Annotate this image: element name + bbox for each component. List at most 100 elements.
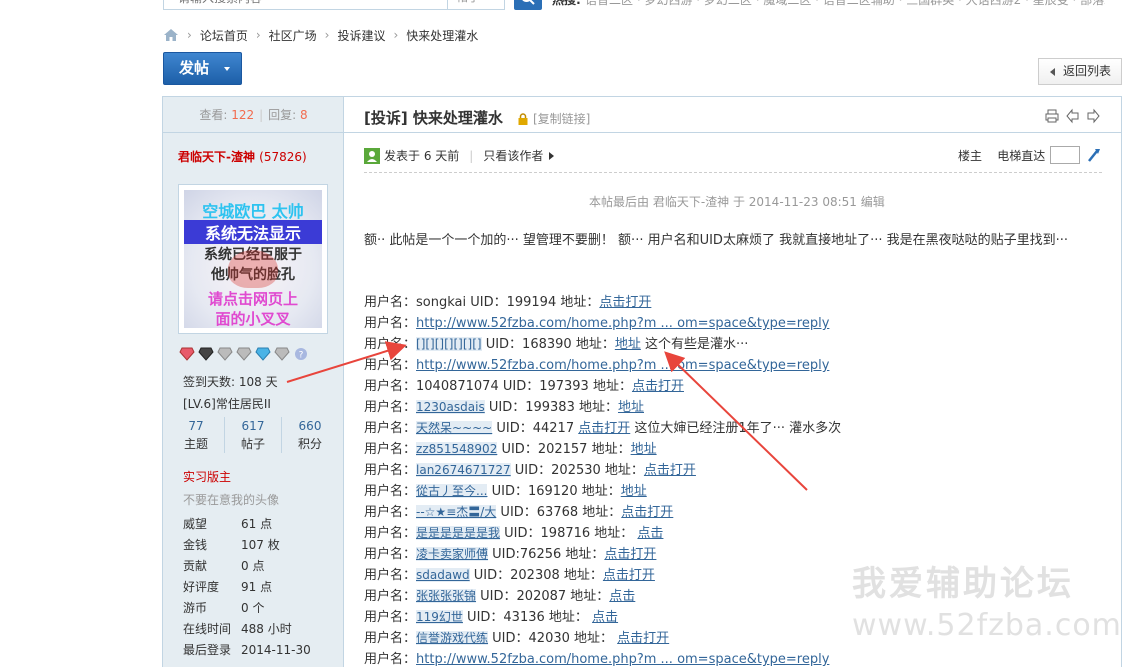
username-link[interactable]: 天然呆~~~~ [416,421,493,435]
search-input[interactable] [164,0,434,9]
print-icon[interactable] [1044,108,1060,124]
address-link[interactable]: 点击打开 [578,421,630,436]
username-link[interactable]: 信誉游戏代练 [416,631,489,645]
stat-label: 积分 [297,437,322,451]
address-link[interactable]: 地址 [618,400,644,415]
username-link[interactable]: 從古丿至今... [416,484,488,498]
back-to-list-button[interactable]: 返回列表 [1038,58,1122,85]
prop-row: 游币 0 个 [183,598,311,619]
username-link[interactable]: 119幻世 [416,610,463,624]
username-link[interactable]: 是是是是是是我 [416,526,501,540]
prop-value: 91 点 [241,580,273,594]
address-link[interactable]: http://www.52fzba.com/home.php?m ... om=… [416,652,829,667]
medal-icon[interactable] [217,347,233,361]
address-link[interactable]: 点击打开 [632,379,684,394]
replies-count: 8 [300,108,308,122]
custom-title: 不要在意我的头像 [183,493,280,507]
prev-thread-icon[interactable] [1066,108,1080,124]
stat-posts[interactable]: 617 帖子 [224,417,281,453]
address-link[interactable]: 点击打开 [621,505,673,520]
hot-search-links[interactable]: 语音二区 · 梦幻西游 · 梦幻二区 · 魔域二区 · 语音二区辅助 · 三国群… [585,0,1105,8]
medal-icon[interactable] [198,347,214,361]
floor-jump-input[interactable] [1050,146,1080,164]
username-link[interactable]: 张张张张锦 [416,589,477,603]
stat-topics[interactable]: 77 主题 [168,417,224,453]
medal-icon[interactable] [274,347,290,361]
search-button[interactable] [514,0,542,10]
address-link[interactable]: 地址 [631,442,657,457]
prop-row: 最后登录 2014-11-30 [183,640,311,661]
address-link[interactable]: 点击 [637,526,663,541]
prop-key: 最后登录 [183,643,232,657]
svg-text:?: ? [299,351,304,361]
line-text: UID：202308 地址： [469,568,603,583]
post-line: 用户名：lan2674671727 UID：202530 地址：点击打开 [364,460,841,481]
author-username[interactable]: 君临天下-渣神 [178,150,255,164]
watermark-url: www.52fzba.com [852,608,1122,643]
post-line: 用户名：http://www.52fzba.com/home.php?m ...… [364,355,841,376]
address-link[interactable]: 点击打开 [603,568,655,583]
next-thread-icon[interactable] [1086,108,1100,124]
author-name[interactable]: 君临天下-渣神 (57826) [178,148,307,165]
address-link[interactable]: 点击打开 [604,547,656,562]
new-post-label: 发帖 [179,59,210,77]
stat-points[interactable]: 660 积分 [281,417,338,453]
line-text: UID：198716 地址： [500,526,638,541]
copy-link[interactable]: [复制链接] [533,110,590,127]
jump-go-icon[interactable] [1086,147,1102,163]
prop-row: 好评度 91 点 [183,577,311,598]
breadcrumb-complaints[interactable]: 投诉建议 [337,27,385,44]
online-author-icon [364,147,380,164]
address-link[interactable]: 点击打开 [617,631,669,646]
username-link[interactable]: zz851548902 [416,442,498,456]
prop-key: 游币 [183,601,208,615]
line-text: 用户名： [364,526,417,541]
line-text: UID：202087 地址： [476,589,610,604]
breadcrumb-forum-home[interactable]: 论坛首页 [200,27,248,44]
user-role: 实习版主 [183,470,232,484]
address-link[interactable]: 地址 [621,484,647,499]
avatar[interactable]: 空城欧巴 太帅 系统无法显示 系统已经臣服于 他帅气的脸孔 请点击网页上 面的小… [178,184,328,334]
line-text: 用户名： [364,442,417,457]
prop-value: 61 点 [241,517,273,531]
help-icon[interactable]: ? [293,347,309,361]
line-text: 用户名：1040871074 UID：197393 地址： [364,379,632,394]
username-link[interactable]: 1230asdais [416,400,485,414]
search-box[interactable]: 帖子 [163,0,505,10]
author-props: 威望 61 点 金钱 107 枚 贡献 0 点 好评度 91 点 游币 0 个 在线时间 4… [183,514,311,661]
username-link[interactable]: --☆★≡杰〓/大 [416,505,497,519]
address-link[interactable]: http://www.52fzba.com/home.php?m ... om=… [416,358,829,373]
username-link[interactable]: 凌卡卖家师傅 [416,547,489,561]
username-link[interactable]: [][][][][][][] [416,337,482,351]
avatar-text-line: 空城欧巴 太帅 [202,202,304,221]
prop-value: 2014-11-30 [241,643,311,657]
only-author-link[interactable]: 只看该作者 [483,147,543,164]
new-post-button[interactable]: 发帖 [163,52,242,85]
prop-value: 0 个 [241,601,265,615]
medal-icon[interactable] [179,347,195,361]
author-credits: (57826) [259,150,307,164]
line-text: UID:76256 地址： [488,547,605,562]
medal-icon[interactable] [236,347,252,361]
address-link[interactable]: 点击 [609,589,635,604]
line-text: UID：43136 地址： [462,610,593,625]
avatar-text-line: 面的小叉叉 [215,310,291,328]
chevron-right-icon [549,151,555,160]
home-icon[interactable] [163,28,179,42]
address-link[interactable]: 点击 [592,610,618,625]
post-line: 用户名：從古丿至今... UID：169120 地址：地址 [364,481,841,502]
search-type-select[interactable]: 帖子 [447,0,505,9]
breadcrumb-separator: › [393,28,399,42]
address-link[interactable]: http://www.52fzba.com/home.php?m ... om=… [416,316,829,331]
address-link[interactable]: 点击打开 [599,295,651,310]
username-link[interactable]: sdadawd [416,568,470,582]
address-link[interactable]: 地址 [615,337,641,352]
hot-search-label: 热搜: [552,0,581,7]
breadcrumb-community[interactable]: 社区广场 [269,27,317,44]
address-link[interactable]: 点击打开 [644,463,696,478]
post-line: 用户名：凌卡卖家师傅 UID:76256 地址：点击打开 [364,544,841,565]
line-text: 用户名： [364,610,417,625]
medal-icon[interactable] [255,347,271,361]
username-link[interactable]: lan2674671727 [416,463,511,477]
prop-key: 在线时间 [183,622,232,636]
